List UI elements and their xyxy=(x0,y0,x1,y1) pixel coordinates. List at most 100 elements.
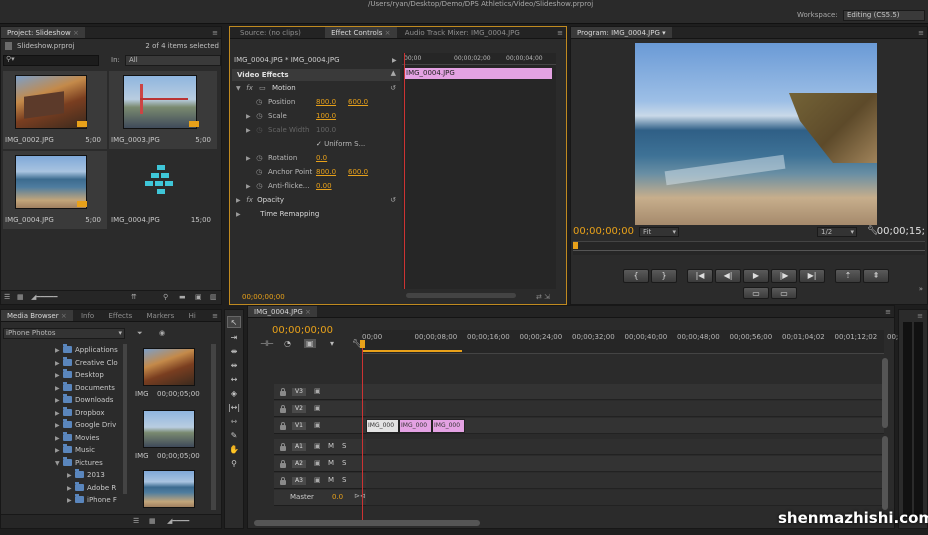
play-only-icon[interactable]: ▶ xyxy=(392,57,397,64)
sync-lock-icon[interactable]: ▣ xyxy=(314,459,321,467)
collapse-icon[interactable]: ▲ xyxy=(391,69,396,77)
stopwatch-icon[interactable]: ◷ xyxy=(256,154,262,162)
filter-icon[interactable]: ⏷ xyxy=(137,329,143,338)
track-label[interactable]: A1 xyxy=(292,443,306,451)
expand-folder-icon[interactable]: ▶ xyxy=(55,395,63,407)
play-button[interactable]: ▶ xyxy=(743,269,769,283)
folder-item[interactable]: ▶ Movies xyxy=(3,431,125,445)
tab-history[interactable]: Hi xyxy=(183,310,202,321)
track-lane[interactable]: IMG_000 IMG_000 IMG_000 xyxy=(366,418,884,434)
expand-folder-icon[interactable]: ▶ xyxy=(67,470,75,482)
step-forward-button[interactable]: |▶ xyxy=(771,269,797,283)
tab-effects[interactable]: Effects xyxy=(102,310,138,321)
master-volume[interactable]: 0.0 xyxy=(332,493,343,501)
mini-clip[interactable]: IMG_0004.JPG xyxy=(404,68,552,79)
stopwatch-icon[interactable]: ◷ xyxy=(256,168,262,176)
expand-folder-icon[interactable]: ▶ xyxy=(55,370,63,382)
mark-in-button[interactable]: { xyxy=(623,269,649,283)
lock-icon[interactable] xyxy=(280,388,286,396)
timeline-clip[interactable]: IMG_000 xyxy=(432,419,465,433)
project-item[interactable]: IMG_0002.JPG 5;00 xyxy=(3,71,107,149)
expand-motion-icon[interactable]: ▼ xyxy=(236,85,244,92)
zoom-slider-icon[interactable]: ◢━━━━ xyxy=(167,517,189,525)
link-icon[interactable]: ◔ xyxy=(284,339,291,348)
expand-icon[interactable]: ▶ xyxy=(246,155,254,162)
timeline-clip[interactable]: IMG_000 xyxy=(399,419,432,433)
expand-folder-icon[interactable]: ▼ xyxy=(55,458,63,470)
expand-folder-icon[interactable]: ▶ xyxy=(55,358,63,370)
timeline-ruler[interactable]: 00;00 00;00;08;00 00;00;16;00 00;00;24;00 00… xyxy=(362,330,903,354)
panel-menu-icon[interactable]: ≡ xyxy=(212,27,218,38)
lock-icon[interactable] xyxy=(280,443,286,451)
panel-menu-icon[interactable]: ≡ xyxy=(918,27,924,38)
step-back-button[interactable]: ◀| xyxy=(715,269,741,283)
folder-item[interactable]: ▼ Pictures xyxy=(3,456,125,470)
panel-menu-icon[interactable]: ≡ xyxy=(557,27,563,38)
search-field[interactable]: ⚲▾ xyxy=(3,55,99,66)
folder-item[interactable]: ▶ Creative Clo xyxy=(3,356,125,370)
sync-lock-icon[interactable]: ▣ xyxy=(314,442,321,450)
sync-lock-icon[interactable]: ▣ xyxy=(314,476,321,484)
track-lane[interactable] xyxy=(366,456,884,472)
timeline-vscroll-bottom[interactable] xyxy=(882,436,888,510)
folder-item[interactable]: ▶ Documents xyxy=(3,381,125,395)
extract-button[interactable]: ⇞ xyxy=(863,269,889,283)
playhead-handle[interactable] xyxy=(360,340,365,348)
mark-out-button[interactable]: } xyxy=(651,269,677,283)
go-to-in-button[interactable]: |◀ xyxy=(687,269,713,283)
project-item[interactable]: IMG_0003.JPG 5;00 xyxy=(109,71,217,149)
selection-tool-icon[interactable]: ↖ xyxy=(227,316,241,328)
media-item[interactable] xyxy=(131,466,207,510)
opacity-row[interactable]: ▶ fx Opacity ↺ xyxy=(236,196,398,208)
expand-folder-icon[interactable]: ▶ xyxy=(55,433,63,445)
mute-button[interactable]: M xyxy=(328,442,334,450)
stopwatch-icon[interactable]: ◷ xyxy=(256,182,262,190)
comment-button[interactable]: ▭ xyxy=(771,287,797,299)
view-options-icon[interactable]: ◉ xyxy=(159,329,165,337)
sync-lock-icon[interactable]: ▣ xyxy=(314,404,321,412)
expand-folder-icon[interactable]: ▶ xyxy=(55,383,63,395)
track-label[interactable]: A3 xyxy=(292,477,306,485)
tab-audio-mixer[interactable]: Audio Track Mixer: IMG_0004.JPG xyxy=(399,27,526,38)
track-label[interactable]: V3 xyxy=(292,388,306,396)
expand-opacity-icon[interactable]: ▶ xyxy=(236,197,244,204)
expand-folder-icon[interactable]: ▶ xyxy=(67,495,75,507)
folder-item[interactable]: ▶ Google Driv xyxy=(3,419,125,431)
panel-menu-icon[interactable]: ≡ xyxy=(212,310,218,321)
tab-markers[interactable]: Markers xyxy=(140,310,180,321)
slip-tool-icon[interactable]: |↔| xyxy=(227,402,241,414)
position-x-value[interactable]: 800.0 xyxy=(316,98,336,106)
tab-project[interactable]: Project: Slideshow × xyxy=(1,27,85,38)
expand-icon[interactable]: ▶ xyxy=(246,127,254,134)
hand-tool-icon[interactable]: ✋ xyxy=(227,444,241,456)
expand-folder-icon[interactable]: ▶ xyxy=(55,345,63,357)
tab-sequence[interactable]: IMG_0004.JPG × xyxy=(248,306,317,317)
program-scrubber[interactable] xyxy=(573,241,925,255)
track-lane[interactable] xyxy=(366,473,884,489)
new-bin-icon[interactable]: ▬ xyxy=(179,293,186,301)
list-view-icon[interactable]: ☰ xyxy=(4,293,10,301)
pen-tool-icon[interactable]: ✎ xyxy=(227,430,241,442)
lock-icon[interactable] xyxy=(280,405,286,413)
more-controls-icon[interactable]: » xyxy=(919,285,923,293)
zoom-slider-icon[interactable]: ◢━━━━━ xyxy=(31,293,57,301)
scale-value[interactable]: 100.0 xyxy=(316,112,336,120)
resolution-select[interactable]: 1/2 ▾ xyxy=(817,227,857,237)
tree-scrollbar[interactable] xyxy=(123,344,127,494)
anti-flicker-value[interactable]: 0.00 xyxy=(316,182,332,190)
timeline-timecode[interactable]: 00;00;00;00 xyxy=(272,325,333,336)
razor-tool-icon[interactable]: ◈ xyxy=(227,388,241,400)
mute-button[interactable]: M xyxy=(328,459,334,467)
project-item[interactable]: IMG_0004.JPG 5;00 xyxy=(3,151,107,229)
tab-program[interactable]: Program: IMG_0004.JPG ▾ xyxy=(571,27,672,38)
expand-icon[interactable]: ▶ xyxy=(246,113,254,120)
expand-folder-icon[interactable]: ▶ xyxy=(55,408,63,420)
stopwatch-icon[interactable]: ◷ xyxy=(256,112,262,120)
expand-folder-icon[interactable]: ▶ xyxy=(67,483,75,495)
effects-scrollbar[interactable] xyxy=(406,293,516,298)
expand-time-remap-icon[interactable]: ▶ xyxy=(236,211,244,218)
program-timecode-in[interactable]: 00;00;00;00 xyxy=(573,226,634,237)
track-lane[interactable] xyxy=(366,439,884,455)
location-select[interactable]: iPhone Photos ▾ xyxy=(3,328,125,339)
icon-view-icon[interactable]: ▦ xyxy=(17,293,24,301)
